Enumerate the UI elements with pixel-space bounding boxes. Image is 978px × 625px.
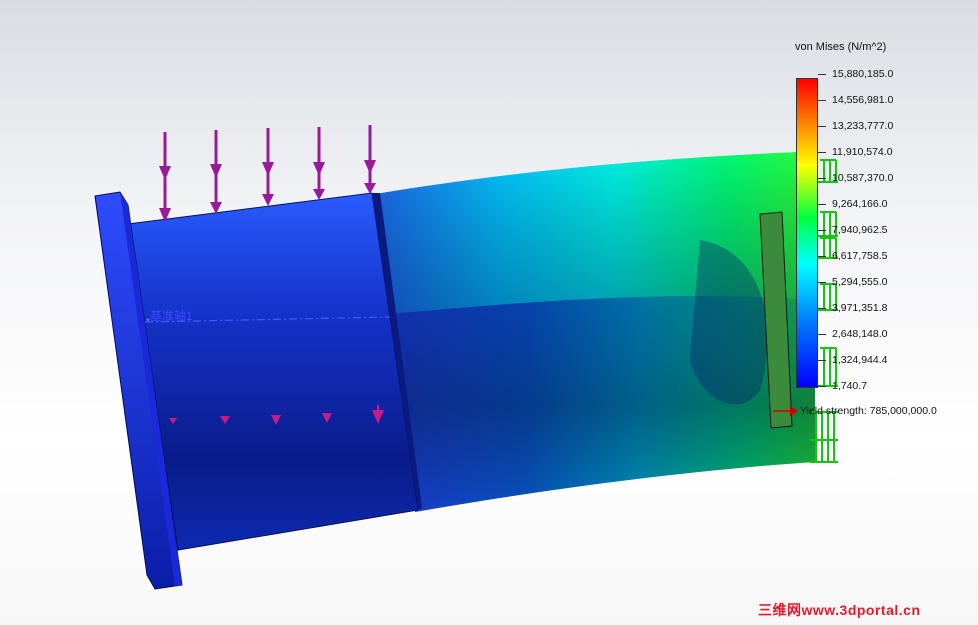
legend-tick-label: 1,740.7 bbox=[832, 380, 868, 392]
legend-tick-label: 13,233,777.0 bbox=[832, 120, 894, 132]
legend-tick-label: 6,617,758.5 bbox=[832, 250, 888, 262]
legend-tick-label: 5,294,555.0 bbox=[832, 276, 888, 288]
legend-tick-mark bbox=[818, 256, 826, 257]
legend-tick-mark bbox=[818, 204, 826, 205]
legend-tick-label: 9,264,166.0 bbox=[832, 198, 888, 210]
legend-tick-mark bbox=[818, 360, 826, 361]
legend-tick-mark bbox=[818, 126, 826, 127]
legend-tick-mark bbox=[818, 334, 826, 335]
legend-tick-mark bbox=[818, 386, 826, 387]
tube-body[interactable] bbox=[370, 152, 815, 512]
cylinder-section[interactable] bbox=[127, 192, 422, 551]
legend-tick-label: 11,910,574.0 bbox=[832, 146, 893, 158]
legend-tick-mark bbox=[818, 230, 826, 231]
legend-tick-label: 14,556,981.0 bbox=[832, 94, 894, 106]
yield-strength-label: Yield strength: 785,000,000.0 bbox=[800, 405, 937, 417]
legend-tick-label: 1,324,944.4 bbox=[832, 354, 888, 366]
legend-colorbar bbox=[796, 78, 818, 388]
legend-tick-label: 15,880,185.0 bbox=[832, 68, 894, 80]
legend-tick-mark bbox=[818, 100, 826, 101]
legend-tick-label: 10,587,370.0 bbox=[832, 172, 894, 184]
reference-axis-label: 基准轴1 bbox=[150, 309, 193, 323]
legend-title: von Mises (N/m^2) bbox=[795, 41, 887, 53]
legend-tick-mark bbox=[818, 152, 826, 153]
watermark: 三维网www.3dportal.cn bbox=[758, 602, 921, 618]
legend-tick-label: 2,648,148.0 bbox=[832, 328, 888, 340]
legend-tick-mark bbox=[818, 308, 826, 309]
legend-tick-mark bbox=[818, 178, 826, 179]
legend-tick-label: 7,940,962.5 bbox=[832, 224, 888, 236]
legend-tick-mark bbox=[818, 74, 826, 75]
legend-tick-label: 3,971,351.8 bbox=[832, 302, 888, 314]
legend-tick-mark bbox=[818, 282, 826, 283]
